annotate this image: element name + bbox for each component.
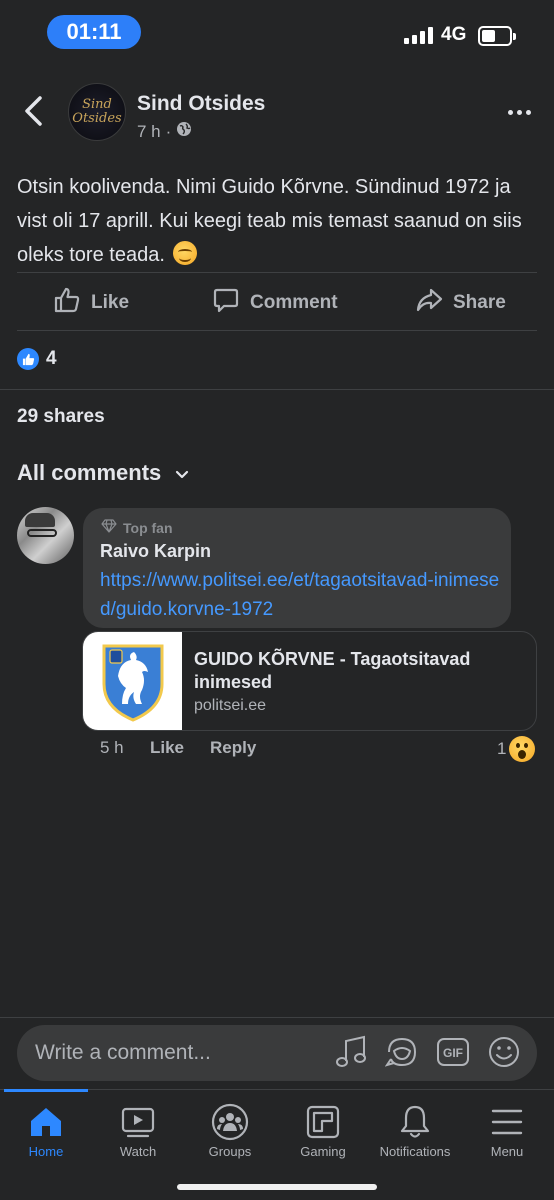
- bell-icon: [398, 1100, 432, 1144]
- nav-gaming-label: Gaming: [300, 1144, 346, 1159]
- share-label: Share: [453, 292, 506, 313]
- commenter-avatar[interactable]: [17, 507, 74, 564]
- avatar-sticker-icon[interactable]: [384, 1035, 419, 1074]
- network-type: 4G: [441, 24, 467, 45]
- emoji-icon[interactable]: [487, 1035, 521, 1074]
- divider: [17, 272, 537, 273]
- comment-reactions[interactable]: 1: [497, 736, 536, 762]
- nav-groups-label: Groups: [208, 1144, 252, 1159]
- like-button[interactable]: Like: [53, 286, 129, 320]
- comment-label: Comment: [250, 292, 338, 313]
- comment-button[interactable]: Comment: [212, 286, 338, 320]
- comment-link[interactable]: https://www.politsei.ee/et/tagaotsitavad…: [100, 566, 505, 624]
- top-fan-label: Top fan: [123, 519, 173, 536]
- reaction-count: 4: [46, 348, 57, 369]
- wow-reaction-icon: [509, 736, 536, 762]
- comment-placeholder: Write a comment...: [35, 1041, 211, 1064]
- chevron-down-icon: [175, 460, 189, 486]
- thumbs-up-icon: [53, 286, 81, 320]
- nav-watch[interactable]: Watch: [88, 1100, 188, 1159]
- preview-domain: politsei.ee: [194, 697, 267, 714]
- battery-icon: [478, 26, 516, 46]
- divider: [0, 389, 554, 390]
- watch-icon: [120, 1100, 156, 1144]
- more-options-icon[interactable]: [508, 110, 531, 115]
- nav-home-label: Home: [28, 1144, 64, 1159]
- nav-menu-label: Menu: [490, 1144, 524, 1159]
- share-icon: [415, 286, 443, 320]
- post-body: Otsin koolivenda. Nimi Guido Kõrvne. Sün…: [17, 176, 522, 266]
- like-label: Like: [91, 292, 130, 313]
- nav-watch-label: Watch: [119, 1144, 157, 1159]
- page-name[interactable]: Sind Otsides: [137, 92, 265, 116]
- status-time: 01:11: [47, 15, 141, 49]
- home-icon: [28, 1100, 64, 1144]
- comments-filter[interactable]: All comments: [17, 460, 189, 486]
- gaming-icon: [305, 1100, 341, 1144]
- comment-like-button[interactable]: Like: [150, 738, 184, 758]
- share-button[interactable]: Share: [415, 286, 506, 320]
- link-preview-card[interactable]: GUIDO KÕRVNE - Tagaotsitavad inimesed po…: [82, 631, 537, 731]
- top-fan-badge: Top fan: [101, 519, 173, 536]
- svg-text:GIF: GIF: [443, 1046, 463, 1060]
- comment-input[interactable]: Write a comment... GIF: [17, 1025, 537, 1081]
- active-tab-indicator: [4, 1089, 88, 1092]
- diamond-icon: [101, 519, 117, 536]
- preview-title: GUIDO KÕRVNE - Tagaotsitavad inimesed: [194, 649, 471, 692]
- like-reaction-icon: [17, 348, 39, 370]
- comments-filter-label: All comments: [17, 460, 162, 485]
- meta-separator: ·: [165, 121, 172, 141]
- post-meta: 7 h ·: [137, 121, 192, 142]
- comment-author[interactable]: Raivo Karpin: [100, 541, 211, 562]
- avatar-logo-line2: Otsides: [72, 111, 122, 126]
- comment-reaction-count: 1: [497, 739, 507, 758]
- post-time: 7 h: [137, 121, 161, 141]
- nav-groups[interactable]: Groups: [180, 1100, 280, 1159]
- home-indicator: [177, 1184, 377, 1190]
- smile-emoji-icon: [173, 241, 198, 265]
- nav-notifications-label: Notifications: [379, 1144, 451, 1159]
- nav-notifications[interactable]: Notifications: [365, 1100, 465, 1159]
- comment-icon: [212, 286, 240, 320]
- signal-icon: [404, 27, 433, 44]
- comment-time: 5 h: [100, 738, 124, 757]
- page-avatar[interactable]: Sind Otsides: [68, 83, 126, 141]
- nav-home[interactable]: Home: [0, 1100, 96, 1159]
- gif-icon[interactable]: GIF: [436, 1037, 470, 1072]
- groups-icon: [211, 1100, 249, 1144]
- menu-icon: [490, 1100, 524, 1144]
- avatar-logo-line1: Sind: [82, 97, 112, 112]
- post-text: Otsin koolivenda. Nimi Guido Kõrvne. Sün…: [17, 170, 537, 272]
- music-icon[interactable]: [336, 1035, 368, 1074]
- reaction-summary[interactable]: 4: [17, 348, 57, 370]
- comment-reply-button[interactable]: Reply: [210, 738, 256, 758]
- back-icon[interactable]: [22, 94, 46, 133]
- nav-gaming[interactable]: Gaming: [273, 1100, 373, 1159]
- nav-menu[interactable]: Menu: [457, 1100, 554, 1159]
- divider: [17, 330, 537, 331]
- shares-count[interactable]: 29 shares: [17, 406, 105, 428]
- police-emblem-icon: [83, 632, 182, 730]
- globe-icon: [176, 121, 192, 142]
